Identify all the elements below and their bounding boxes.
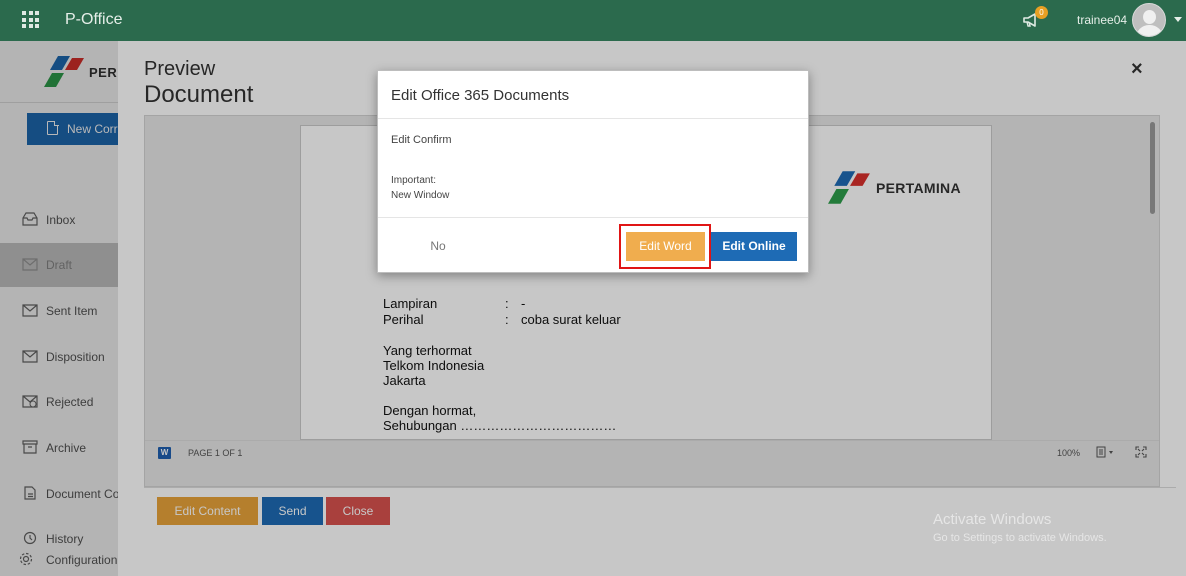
dialog-important-value: New Window [391,190,450,201]
no-button[interactable]: No [408,232,468,260]
top-bar: P-Office 0 trainee04 [0,0,1186,41]
username[interactable]: trainee04 [1077,13,1127,27]
sidebar-overlay [0,41,118,576]
activation-watermark-text: Go to Settings to activate Windows. [933,532,1107,544]
divider [378,217,808,218]
divider [378,118,808,119]
notification-badge: 0 [1035,6,1048,19]
dialog-confirm-text: Edit Confirm [391,134,452,146]
user-menu-caret-icon[interactable] [1174,17,1182,22]
activation-watermark-title: Activate Windows [933,511,1052,528]
dialog-important-label: Important: [391,175,437,186]
avatar[interactable] [1132,3,1166,37]
edit-office-dialog: Edit Office 365 Documents Edit Confirm I… [377,70,809,273]
edit-word-button[interactable]: Edit Word [626,232,705,261]
dialog-title: Edit Office 365 Documents [391,87,570,104]
edit-online-button[interactable]: Edit Online [711,232,797,261]
app-title: P-Office [65,11,123,28]
apps-grid-icon[interactable] [22,11,39,28]
